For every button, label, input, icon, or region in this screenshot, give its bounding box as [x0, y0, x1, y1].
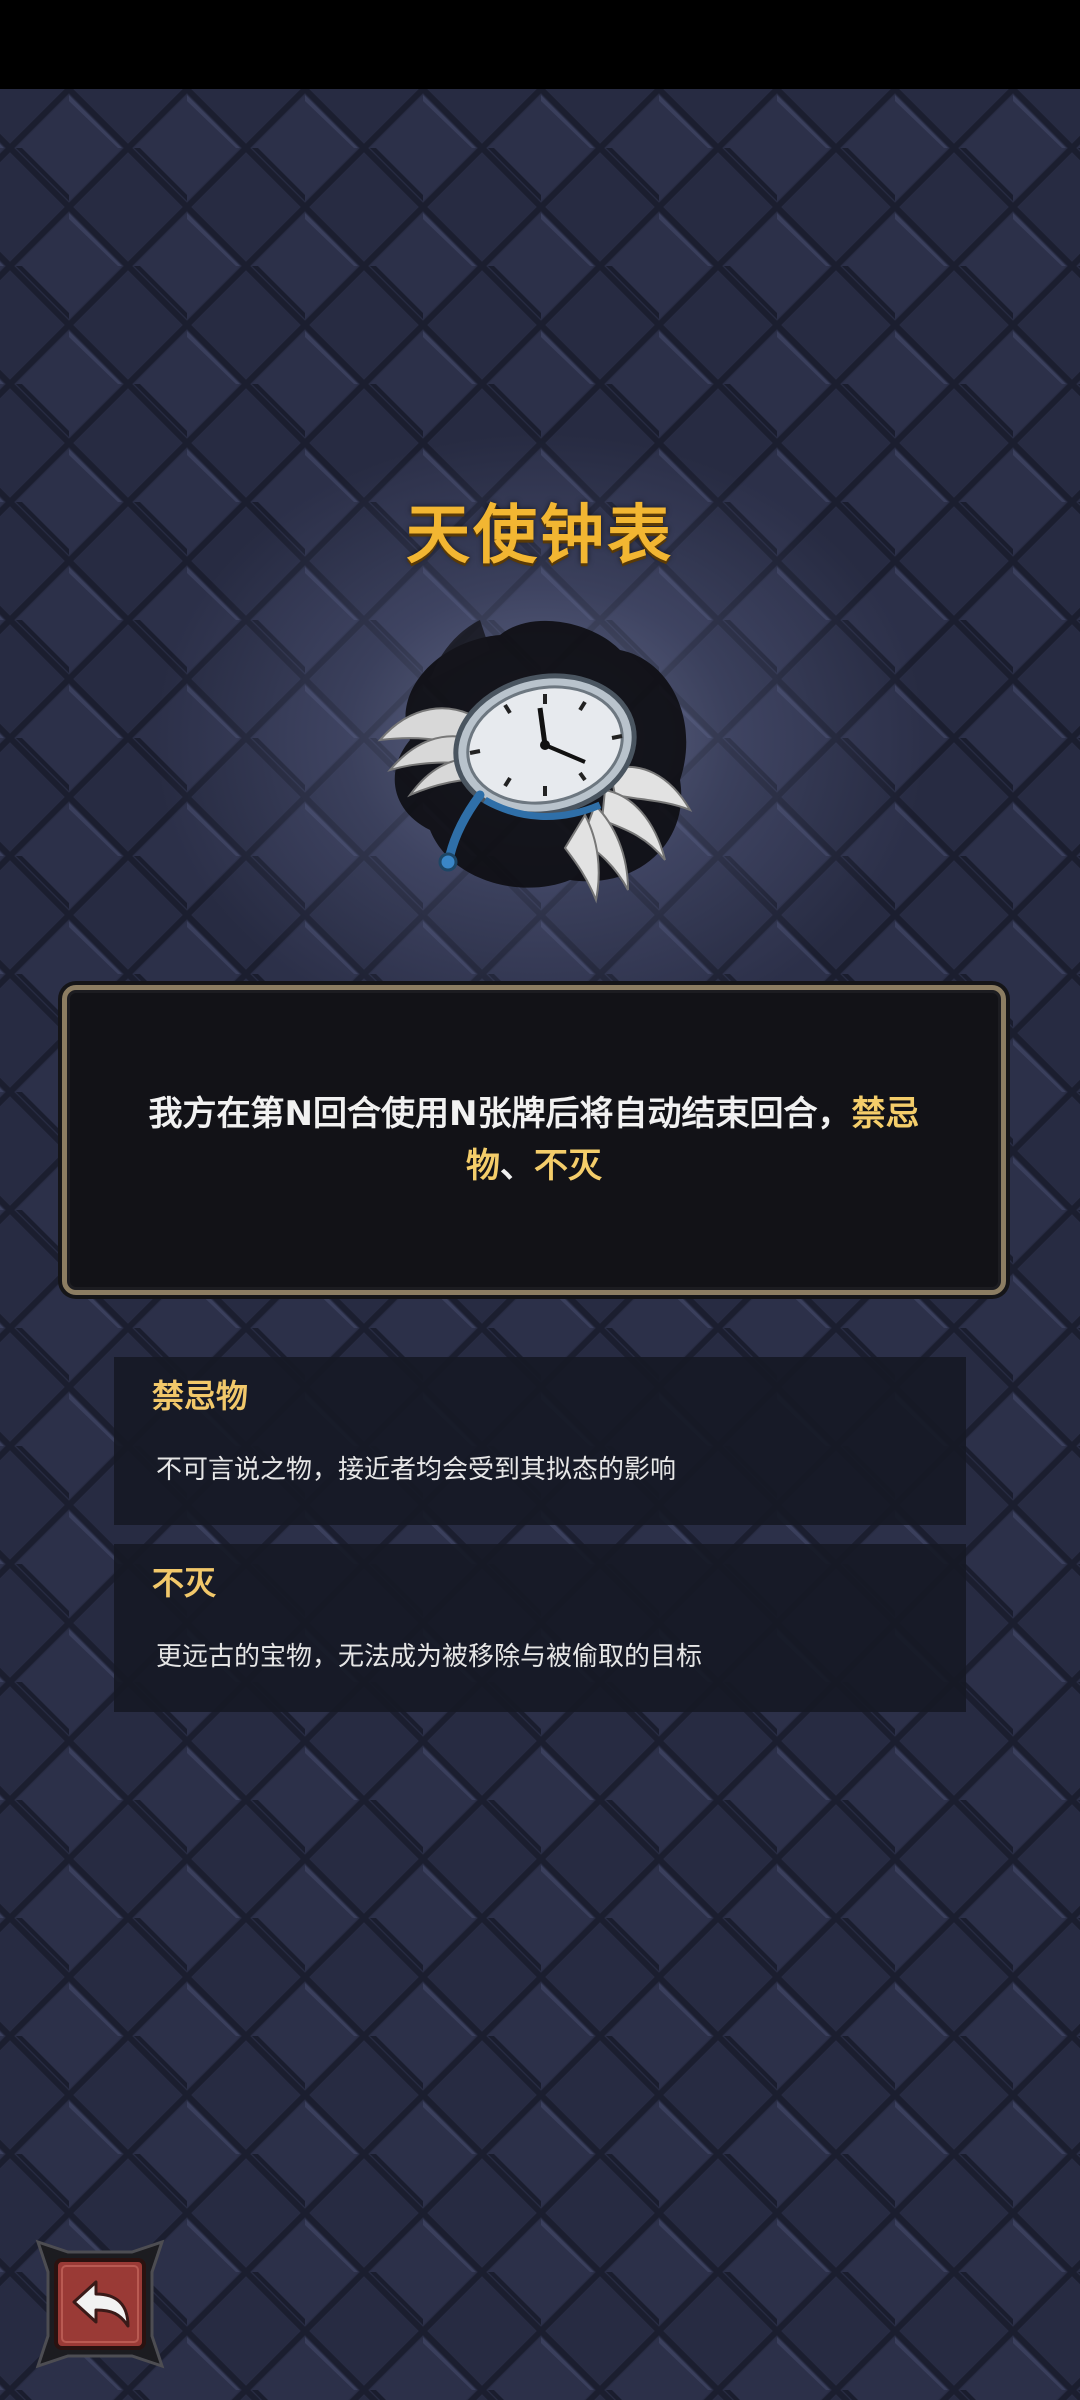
item-description-panel: 我方在第N回合使用N张牌后将自动结束回合，禁忌物、不灭 — [62, 985, 1006, 1295]
back-button[interactable] — [34, 2238, 166, 2370]
item-title: 天使钟表 — [406, 499, 674, 573]
item-detail-screen: 天使钟表 我方在第N回合使用N张牌后将自动结束回合，禁忌物、不灭 禁忌物 不可言… — [0, 0, 1080, 2400]
description-text: 我方在第N回合使用N张牌后将自动结束回合， — [148, 1094, 852, 1134]
winged-pocket-watch-icon — [370, 590, 710, 910]
item-description: 我方在第N回合使用N张牌后将自动结束回合，禁忌物、不灭 — [134, 1088, 934, 1192]
return-arrow-icon — [35, 2239, 165, 2369]
keyword-name: 禁忌物 — [152, 1377, 249, 1415]
status-bar — [0, 0, 1080, 89]
keyword-name: 不灭 — [152, 1564, 217, 1602]
description-separator: 、 — [500, 1146, 534, 1186]
keyword-card-indestructible: 不灭 更远古的宝物，无法成为被移除与被偷取的目标 — [114, 1544, 966, 1712]
keyword-card-forbidden-item: 禁忌物 不可言说之物，接近者均会受到其拟态的影响 — [114, 1357, 966, 1525]
keyword-description: 更远古的宝物，无法成为被移除与被偷取的目标 — [156, 1642, 703, 1672]
keyword-description: 不可言说之物，接近者均会受到其拟态的影响 — [156, 1455, 677, 1485]
keyword-indestructible: 不灭 — [534, 1146, 602, 1186]
